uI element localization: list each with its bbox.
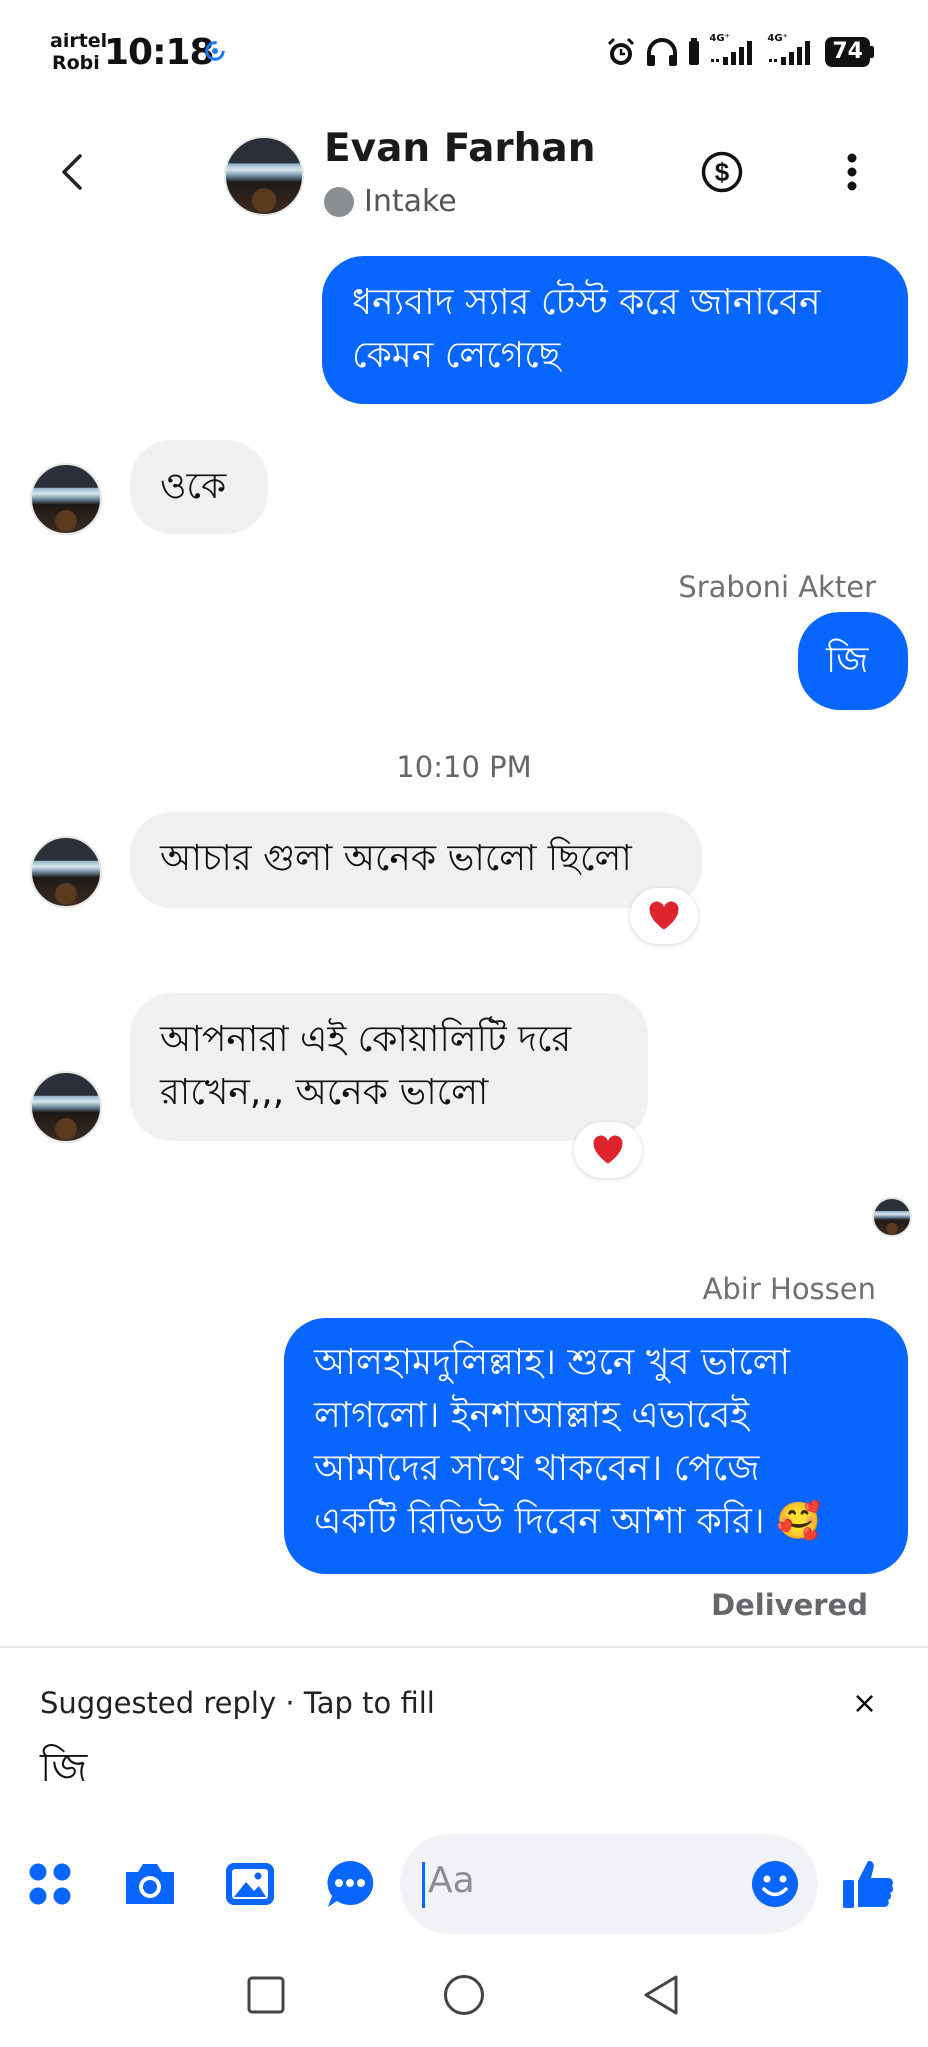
carrier-2: Robi [52,52,100,74]
sender-avatar[interactable] [30,836,102,908]
emoji-icon[interactable] [750,1859,800,1909]
message-text: ওকে [160,466,227,507]
outgoing-message[interactable]: জি [798,612,908,710]
signal-2: 4G⁺ [767,33,817,67]
sender-name: Abir Hossen [702,1272,876,1306]
sync-icon [205,41,225,61]
sender-avatar[interactable] [30,463,102,535]
outgoing-message[interactable]: ধন্যবাদ স্যার টেস্ট করে জানাবেন কেমন লেগ… [322,256,908,404]
message-line: লাগলো। ইনশাআল্লাহ এভাবেই [314,1395,750,1436]
camera-icon[interactable] [122,1858,178,1908]
sender-name: Sraboni Akter [678,570,876,604]
apps-menu-icon[interactable] [26,1860,74,1908]
message-text: আচার গুলা অনেক ভালো ছিলো [160,838,632,879]
message-line: আমাদের সাথে থাকবেন। পেজে [314,1448,760,1489]
status-label: Intake [364,184,457,219]
contact-name[interactable]: Evan Farhan [324,126,595,171]
more-options-icon[interactable] [838,150,866,194]
battery-small-icon [689,38,700,65]
message-line: ধন্যবাদ স্যার টেস্ট করে জানাবেন [352,282,821,323]
signal-1: 4G⁺ [709,33,759,67]
heart-icon [593,1135,623,1164]
heart-reaction[interactable] [574,1122,642,1178]
seen-avatar [872,1197,912,1237]
recent-apps-icon[interactable] [246,1975,286,2015]
like-icon[interactable] [840,1856,896,1912]
text-cursor [422,1862,425,1908]
contact-status: Intake [324,184,457,219]
back-nav-icon[interactable] [641,1973,681,2017]
sender-avatar[interactable] [30,1071,102,1143]
back-arrow-icon[interactable] [52,150,96,194]
message-line: আলহামদুলিল্লাহ। শুনে খুব ভালো [314,1342,790,1383]
alarm-icon [608,37,635,65]
incoming-message[interactable]: আচার গুলা অনেক ভালো ছিলো [130,812,702,908]
carrier-names: airtel Robi [50,30,107,74]
delivery-status: Delivered [711,1588,868,1622]
heart-reaction[interactable] [630,888,698,944]
carrier-1: airtel [50,30,108,52]
status-time: 10:18 [104,32,215,73]
chat-more-icon[interactable] [324,1858,376,1910]
net-type-1: 4G⁺ [709,33,730,44]
heart-icon [649,901,679,930]
incoming-message[interactable]: আপনারা এই কোয়ালিটি দরে রাখেন,,, অনেক ভা… [130,993,648,1141]
message-line: আপনারা এই কোয়ালিটি দরে [160,1019,572,1060]
incoming-message[interactable]: ওকে [130,440,268,534]
close-suggestion-button[interactable]: × [852,1686,877,1721]
status-dot [324,186,354,217]
dollar-icon[interactable]: $ [700,150,744,194]
headphones-icon [647,38,678,66]
battery-tip [870,46,874,58]
composer-divider [0,1646,928,1648]
battery-level: 74 [825,37,870,67]
net-type-2: 4G⁺ [767,33,788,44]
message-input[interactable]: Aa [400,1834,818,1934]
suggested-reply-label: Suggested reply · Tap to fill [40,1686,435,1720]
outgoing-message[interactable]: আলহামদুলিল্লাহ। শুনে খুব ভালো লাগলো। ইনশ… [284,1318,908,1574]
message-input-placeholder: Aa [428,1860,475,1901]
contact-avatar[interactable] [224,136,304,216]
home-icon[interactable] [442,1973,486,2017]
status-icons: 4G⁺ 4G⁺ 74 [605,33,874,68]
svg-text:$: $ [715,157,730,187]
message-line: কেমন লেগেছে [352,335,561,376]
suggested-reply-text[interactable]: জি [40,1736,87,1803]
message-text: জি [826,640,869,681]
message-line: রাখেন,,, অনেক ভালো [160,1072,489,1113]
gallery-icon[interactable] [224,1860,276,1908]
message-line: একটি রিভিউ দিবেন আশা করি। 🥰 [314,1501,821,1542]
message-timestamp: 10:10 PM [396,750,532,784]
